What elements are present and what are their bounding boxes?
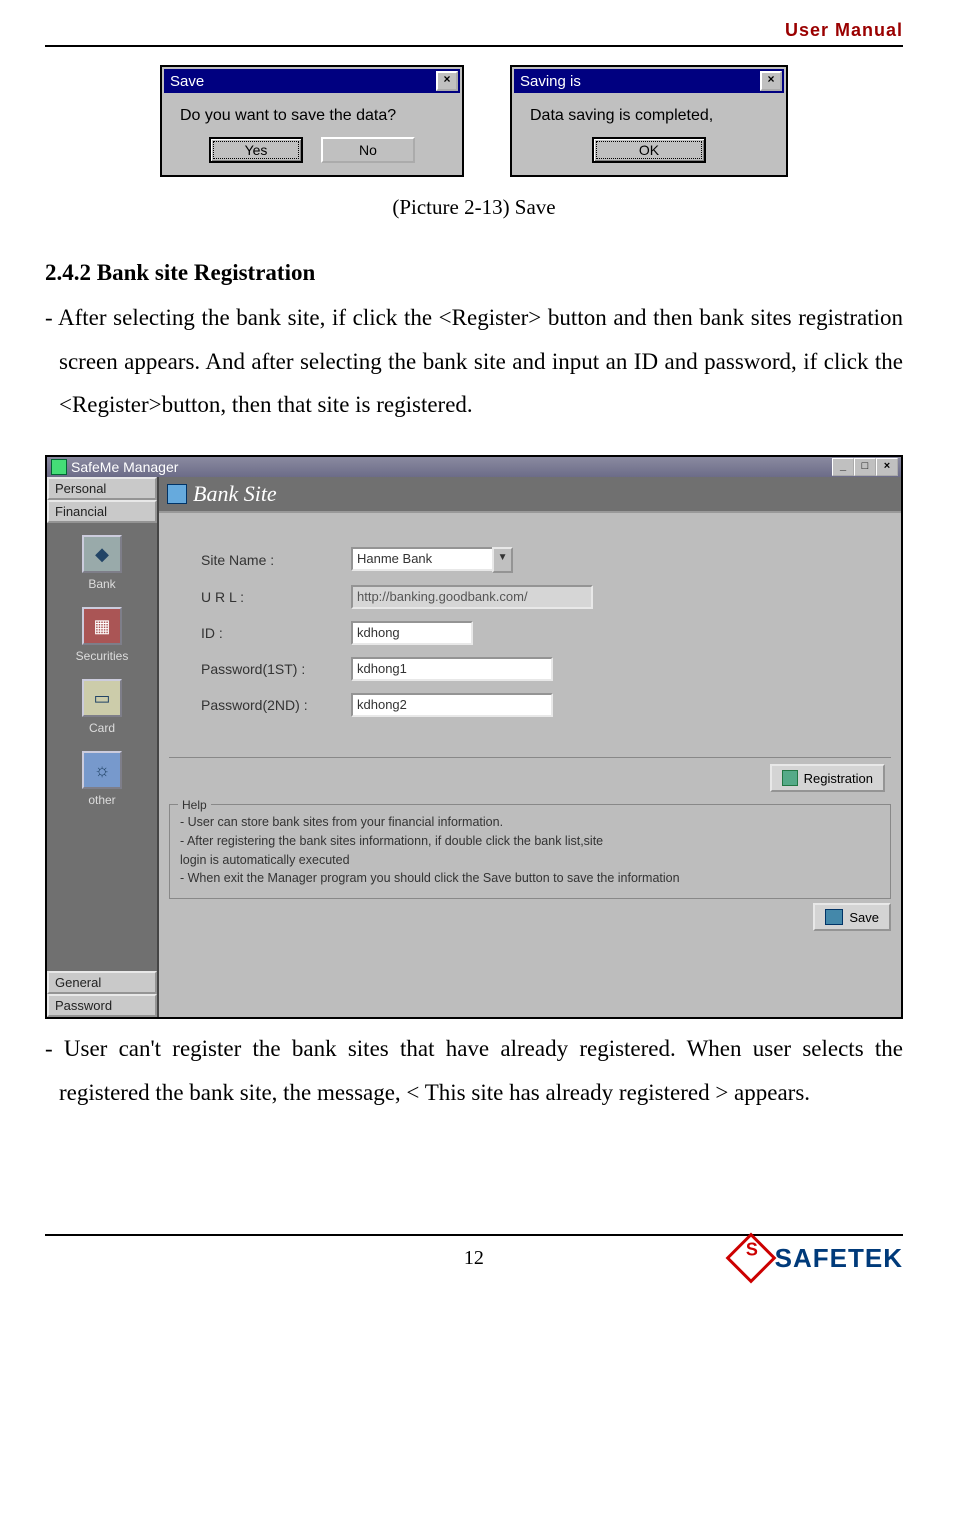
- sidebar-item-securities[interactable]: ▦ Securities: [47, 601, 157, 673]
- site-name-value: Hanme Bank: [351, 547, 492, 571]
- tab-password[interactable]: Password: [47, 994, 157, 1017]
- section-para-2: - User can't register the bank sites tha…: [45, 1027, 903, 1114]
- tab-financial[interactable]: Financial: [47, 500, 157, 523]
- close-icon[interactable]: ×: [436, 71, 458, 91]
- pw2-field[interactable]: kdhong2: [351, 693, 553, 717]
- save-dialog: Save × Do you want to save the data? Yes…: [160, 65, 464, 177]
- site-name-select[interactable]: Hanme Bank ▼: [351, 547, 513, 573]
- no-button[interactable]: No: [321, 137, 415, 163]
- yes-button[interactable]: Yes: [209, 137, 303, 163]
- id-label: ID :: [201, 625, 351, 641]
- header-rule: [45, 45, 903, 47]
- sidebar-item-bank[interactable]: ◆ Bank: [47, 529, 157, 601]
- app-icon: [51, 459, 67, 475]
- help-line-4: - When exit the Manager program you shou…: [180, 869, 880, 888]
- save-dialog-titlebar: Save ×: [164, 69, 460, 93]
- pane-title: Bank Site: [159, 477, 901, 513]
- sidebar-item-other[interactable]: ☼ other: [47, 745, 157, 817]
- bank-form: Site Name : Hanme Bank ▼ U R L : http://…: [159, 513, 901, 739]
- sidebar-label-securities: Securities: [47, 649, 157, 663]
- section-para-1: - After selecting the bank site, if clic…: [45, 296, 903, 427]
- tab-general[interactable]: General: [47, 971, 157, 994]
- bank-icon: ◆: [82, 535, 122, 573]
- logo-icon: [725, 1233, 776, 1284]
- sidebar-label-card: Card: [47, 721, 157, 735]
- brand-name: SAFETEK: [775, 1243, 903, 1274]
- pw2-label: Password(2ND) :: [201, 697, 351, 713]
- main-pane: Bank Site Site Name : Hanme Bank ▼ U R L…: [157, 477, 901, 1017]
- app-title: SafeMe Manager: [71, 459, 178, 475]
- help-line-2: - After registering the bank sites infor…: [180, 832, 880, 851]
- brand-logo: SAFETEK: [733, 1240, 903, 1276]
- registration-icon: [782, 770, 798, 786]
- sidebar-item-card[interactable]: ▭ Card: [47, 673, 157, 745]
- safeme-manager-window: SafeMe Manager _ □ × Personal Financial …: [45, 455, 903, 1019]
- saved-dialog: Saving is × Data saving is completed, OK: [510, 65, 788, 177]
- url-field: http://banking.goodbank.com/: [351, 585, 593, 609]
- saved-dialog-title: Saving is: [520, 73, 581, 90]
- close-icon[interactable]: ×: [876, 458, 898, 476]
- securities-icon: ▦: [82, 607, 122, 645]
- app-titlebar: SafeMe Manager _ □ ×: [47, 457, 901, 477]
- ok-button[interactable]: OK: [592, 137, 706, 163]
- save-button[interactable]: Save: [813, 903, 891, 931]
- page-number: 12: [215, 1247, 733, 1270]
- section-heading: 2.4.2 Bank site Registration: [45, 260, 903, 286]
- page-header-title: User Manual: [45, 20, 903, 43]
- pw1-label: Password(1ST) :: [201, 661, 351, 677]
- pw1-field[interactable]: kdhong1: [351, 657, 553, 681]
- sidebar: Personal Financial ◆ Bank ▦ Securities ▭…: [47, 477, 157, 1017]
- close-icon[interactable]: ×: [760, 71, 782, 91]
- saved-dialog-titlebar: Saving is ×: [514, 69, 784, 93]
- help-legend: Help: [178, 796, 211, 814]
- id-field[interactable]: kdhong: [351, 621, 473, 645]
- registration-button-label: Registration: [804, 771, 873, 786]
- save-dialog-title: Save: [170, 73, 204, 90]
- dialog-row: Save × Do you want to save the data? Yes…: [45, 65, 903, 177]
- footer: 12 SAFETEK: [45, 1236, 903, 1276]
- pane-title-text: Bank Site: [193, 481, 277, 507]
- other-icon: ☼: [82, 751, 122, 789]
- maximize-icon[interactable]: □: [854, 458, 876, 476]
- save-icon: [825, 909, 843, 925]
- bank-site-icon: [167, 484, 187, 504]
- save-button-label: Save: [849, 910, 879, 925]
- chevron-down-icon[interactable]: ▼: [492, 547, 513, 573]
- url-label: U R L :: [201, 589, 351, 605]
- card-icon: ▭: [82, 679, 122, 717]
- tab-personal[interactable]: Personal: [47, 477, 157, 500]
- help-line-3: login is automatically executed: [180, 851, 880, 870]
- sidebar-label-other: other: [47, 793, 157, 807]
- sidebar-label-bank: Bank: [47, 577, 157, 591]
- site-name-label: Site Name :: [201, 552, 351, 568]
- registration-button[interactable]: Registration: [770, 764, 885, 792]
- help-box: Help - User can store bank sites from yo…: [169, 804, 891, 899]
- figure-caption: (Picture 2-13) Save: [45, 195, 903, 220]
- minimize-icon[interactable]: _: [832, 458, 854, 476]
- help-line-1: - User can store bank sites from your fi…: [180, 813, 880, 832]
- saved-dialog-body: Data saving is completed,: [514, 93, 784, 133]
- save-dialog-body: Do you want to save the data?: [164, 93, 460, 133]
